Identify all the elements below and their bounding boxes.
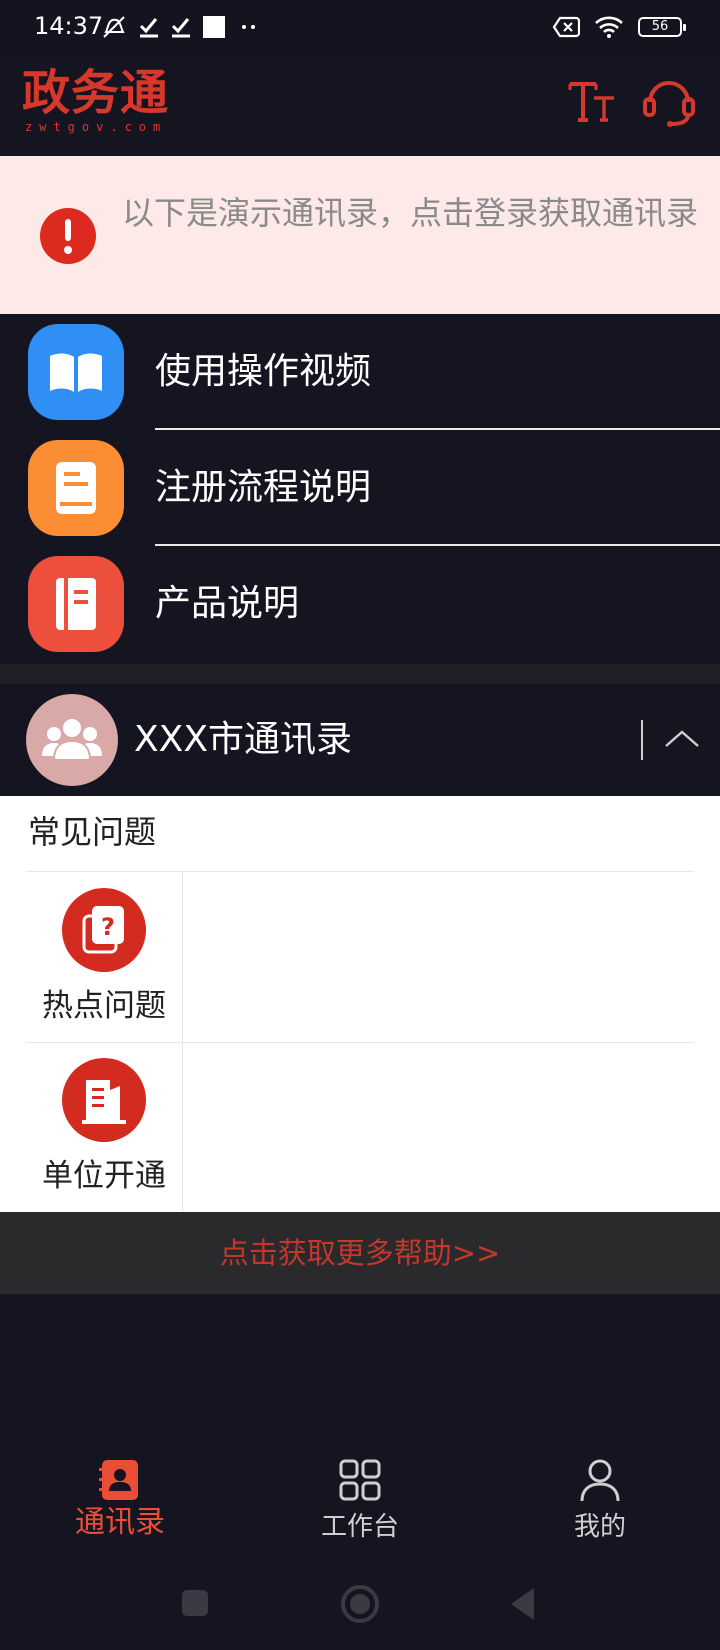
grid-icon bbox=[339, 1459, 381, 1501]
document-icon bbox=[28, 440, 124, 536]
wifi-icon bbox=[595, 16, 623, 38]
book-open-icon bbox=[28, 324, 124, 420]
person-icon bbox=[580, 1459, 620, 1502]
back-icon[interactable] bbox=[508, 1586, 538, 1622]
directory-title: XXX市通讯录 bbox=[134, 719, 352, 760]
system-navigation-bar bbox=[0, 1560, 720, 1650]
logo-subtitle: zwtgov.com bbox=[25, 120, 168, 134]
contacts-icon bbox=[99, 1460, 138, 1500]
menu-item-video[interactable]: 使用操作视频 bbox=[0, 314, 720, 430]
app-header: 政务通 zwtgov.com bbox=[0, 56, 720, 156]
alert-icon bbox=[40, 208, 96, 264]
menu-item-label: 使用操作视频 bbox=[155, 351, 372, 392]
battery-icon: 56 bbox=[638, 17, 686, 37]
collapse-button[interactable] bbox=[660, 714, 704, 764]
faq-item-unit-activation[interactable]: 单位开通 bbox=[26, 1042, 182, 1212]
font-size-button[interactable] bbox=[566, 76, 618, 128]
sim-x-icon bbox=[552, 16, 580, 38]
help-menu-list: 使用操作视频 注册流程说明 产品说明 bbox=[0, 314, 720, 664]
home-icon[interactable] bbox=[340, 1584, 380, 1624]
divider bbox=[641, 720, 643, 760]
question-book-icon: ? bbox=[62, 888, 146, 972]
status-time: 14:37 bbox=[34, 12, 104, 40]
faq-item-label: 热点问题 bbox=[42, 988, 166, 1024]
bottom-nav: 通讯录 工作台 我的 bbox=[0, 1428, 720, 1548]
group-icon bbox=[26, 694, 118, 786]
notice-text: 以下是演示通讯录，点击登录获取通讯录 bbox=[121, 194, 698, 232]
recent-apps-icon[interactable] bbox=[180, 1588, 210, 1618]
tab-label: 通讯录 bbox=[75, 1505, 165, 1540]
svg-text:?: ? bbox=[101, 913, 115, 941]
status-right-icons: 56 bbox=[552, 14, 686, 40]
menu-item-product[interactable]: 产品说明 bbox=[0, 546, 720, 662]
menu-item-label: 注册流程说明 bbox=[155, 467, 372, 508]
faq-panel: 常见问题 ? 热点问题 单位开通 bbox=[0, 796, 720, 1212]
font-size-icon bbox=[568, 82, 614, 122]
building-icon bbox=[62, 1058, 146, 1142]
logo-text: 政务通 bbox=[22, 65, 170, 121]
check-icon bbox=[171, 18, 190, 38]
more-dots-icon bbox=[242, 25, 255, 29]
notebook-icon bbox=[28, 556, 124, 652]
mute-icon bbox=[103, 16, 125, 38]
check-icon bbox=[139, 18, 158, 38]
square-icon bbox=[203, 16, 225, 38]
status-bar: 14:37 56 bbox=[0, 0, 720, 56]
more-help-link[interactable]: 点击获取更多帮助>> bbox=[0, 1212, 720, 1294]
faq-item-hot-questions[interactable]: ? 热点问题 bbox=[26, 872, 182, 1042]
app-logo: 政务通 zwtgov.com bbox=[22, 66, 182, 142]
menu-item-label: 产品说明 bbox=[155, 583, 300, 624]
headset-icon bbox=[643, 81, 695, 127]
menu-item-register[interactable]: 注册流程说明 bbox=[0, 430, 720, 546]
tab-label: 我的 bbox=[573, 1512, 626, 1542]
faq-item-label: 单位开通 bbox=[42, 1158, 166, 1194]
section-gap bbox=[0, 664, 720, 684]
login-notice-banner[interactable]: 以下是演示通讯录，点击登录获取通讯录 bbox=[0, 156, 720, 314]
chevron-up-icon bbox=[665, 730, 699, 747]
tab-contacts[interactable]: 通讯录 bbox=[40, 1428, 200, 1548]
status-left-icons bbox=[100, 14, 260, 40]
tab-label: 工作台 bbox=[320, 1512, 399, 1542]
tab-workbench[interactable]: 工作台 bbox=[280, 1428, 440, 1548]
directory-header[interactable]: XXX市通讯录 bbox=[0, 684, 720, 796]
tab-me[interactable]: 我的 bbox=[520, 1428, 680, 1548]
support-button[interactable] bbox=[642, 74, 696, 130]
faq-title: 常见问题 bbox=[28, 813, 157, 851]
